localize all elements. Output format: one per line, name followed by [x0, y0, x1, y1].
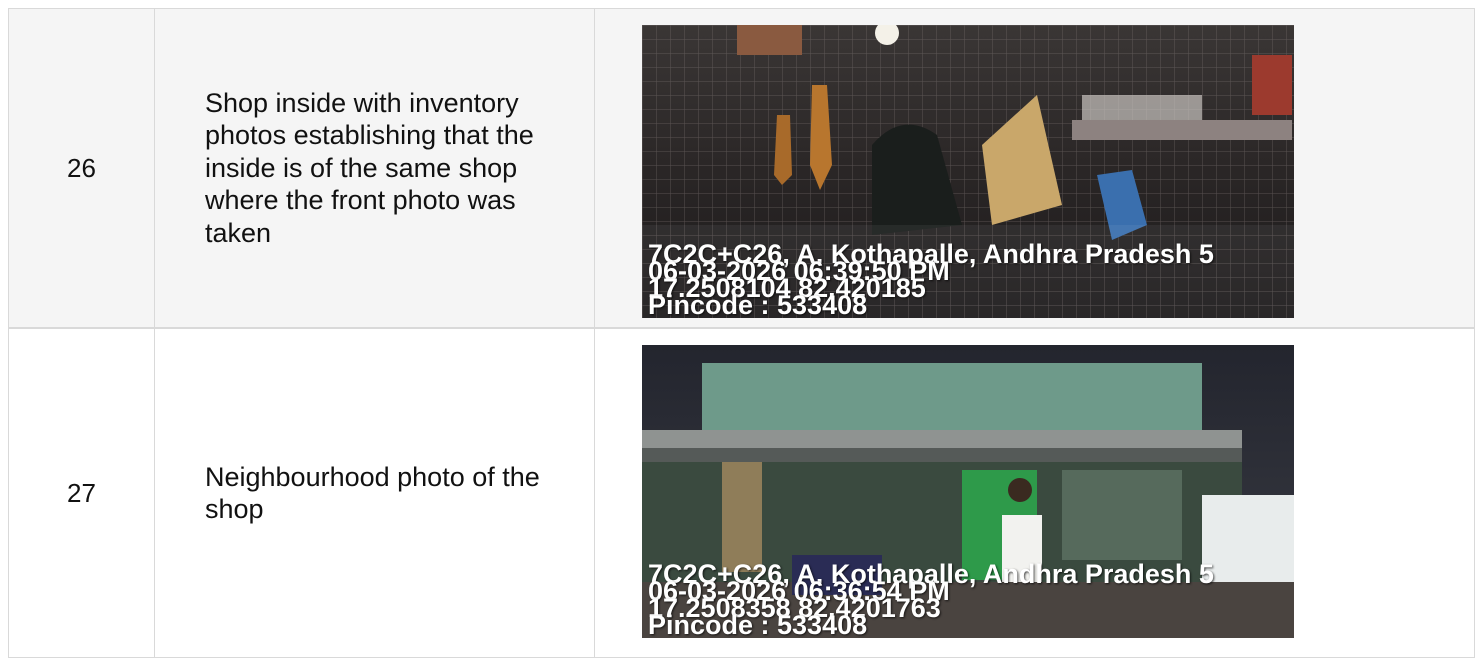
photo-geotag-overlay: 7C2C+C26, A. Kothapalle, Andhra Pradesh … [648, 241, 1294, 319]
photo-cell: 7C2C+C26, A. Kothapalle, Andhra Pradesh … [594, 328, 1475, 658]
row-number-cell: 27 [8, 328, 155, 658]
row-number: 26 [67, 152, 96, 183]
row-description: Neighbourhood photo of the shop [205, 461, 540, 524]
row-number-cell: 26 [8, 8, 155, 328]
photo-cell: 7C2C+C26, A. Kothapalle, Andhra Pradesh … [594, 8, 1475, 328]
row-description: Shop inside with inventory photos establ… [205, 88, 534, 248]
geotag-pincode: Pincode : 533408 [648, 610, 868, 639]
row-number: 27 [67, 477, 96, 508]
description-cell: Neighbourhood photo of the shop [154, 328, 595, 658]
table-row: 26 Shop inside with inventory photos est… [8, 8, 1475, 328]
photo-geotag-overlay: 7C2C+C26, A. Kothapalle, Andhra Pradesh … [648, 561, 1294, 639]
geotag-pincode: Pincode : 533408 [648, 290, 868, 319]
description-cell: Shop inside with inventory photos establ… [154, 8, 595, 328]
table-row: 27 Neighbourhood photo of the shop 7C2C+… [8, 328, 1475, 658]
neighbourhood-photo: 7C2C+C26, A. Kothapalle, Andhra Pradesh … [642, 345, 1294, 638]
shop-inside-photo: 7C2C+C26, A. Kothapalle, Andhra Pradesh … [642, 25, 1294, 318]
